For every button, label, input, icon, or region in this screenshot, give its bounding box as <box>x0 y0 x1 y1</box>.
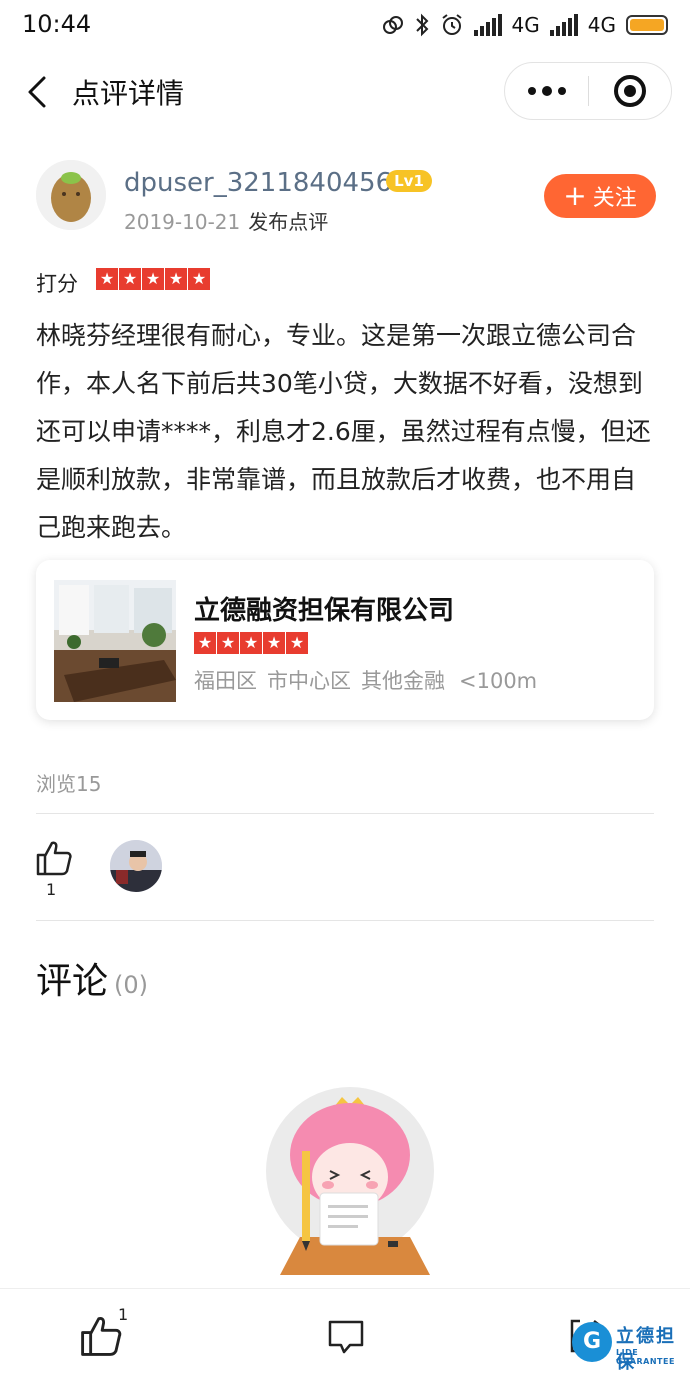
comments-section-title: 评论 (0) <box>36 952 148 1004</box>
shop-stars: ★ ★ ★ ★ ★ <box>194 632 308 654</box>
status-bar: 10:44 4G 4G <box>0 0 690 52</box>
signal-icon-2 <box>549 14 578 36</box>
star-icon: ★ <box>263 632 285 654</box>
rating-stars: ★ ★ ★ ★ ★ <box>96 268 210 290</box>
empty-comments-illustration <box>264 1085 436 1275</box>
post-action: 发布点评 <box>248 210 329 234</box>
lide-guarantee-watermark: G 立德担保 LIDE GUARANTEE <box>572 1318 688 1374</box>
star-icon: ★ <box>119 268 141 290</box>
comments-count: (0) <box>114 971 149 999</box>
watermark-en: LIDE GUARANTEE <box>616 1348 675 1366</box>
back-button[interactable] <box>18 70 58 114</box>
thumbs-up-icon <box>36 841 72 876</box>
star-icon: ★ <box>240 632 262 654</box>
star-icon: ★ <box>142 268 164 290</box>
shop-area: 市中心区 <box>267 669 351 693</box>
close-circle-icon <box>613 75 646 107</box>
user-avatar[interactable] <box>36 160 106 230</box>
username[interactable]: dpuser_3211840456 <box>124 168 392 198</box>
signal-icon <box>473 14 502 36</box>
star-icon: ★ <box>194 632 216 654</box>
comment-icon <box>328 1320 364 1354</box>
battery-icon <box>626 15 668 35</box>
bottom-comment-button[interactable] <box>326 1317 366 1357</box>
follow-button[interactable]: + 关注 <box>544 174 656 218</box>
shop-district: 福田区 <box>194 669 257 693</box>
mini-program-capsule <box>504 62 672 120</box>
divider <box>36 813 654 814</box>
nav-bar: 点评详情 <box>0 52 690 132</box>
star-icon: ★ <box>188 268 210 290</box>
shop-category: 其他金融 <box>361 669 445 693</box>
more-button[interactable] <box>505 62 588 120</box>
potato-avatar-icon <box>36 160 106 230</box>
network-label-2: 4G <box>587 13 616 37</box>
status-time: 10:44 <box>22 10 92 38</box>
star-icon: ★ <box>217 632 239 654</box>
page-title: 点评详情 <box>72 77 185 110</box>
level-badge: Lv1 <box>386 170 432 192</box>
follow-label: 关注 <box>592 186 637 211</box>
like-button[interactable] <box>34 838 74 878</box>
shop-name: 立德融资担保有限公司 <box>194 596 455 626</box>
star-icon: ★ <box>96 268 118 290</box>
comments-title: 评论 <box>36 961 109 1002</box>
review-text: 林晓芬经理很有耐心，专业。这是第一次跟立德公司合作，本人名下前后共30笔小贷，大… <box>36 321 651 542</box>
score-label: 打分 <box>36 272 78 296</box>
bluetooth-icon <box>415 13 428 37</box>
more-dot <box>541 86 552 96</box>
shop-card[interactable]: 立德融资担保有限公司 ★ ★ ★ ★ ★ 福田区 市中心区 其他金融 <100m <box>36 560 654 720</box>
shop-thumbnail <box>54 580 176 702</box>
like-count: 1 <box>46 880 57 899</box>
link-icon <box>382 16 403 34</box>
liker-avatar[interactable] <box>110 840 162 892</box>
bottom-like-count: 1 <box>118 1305 129 1324</box>
alarm-icon <box>441 14 462 35</box>
network-label-1: 4G <box>511 13 540 37</box>
shop-meta: 福田区 市中心区 其他金融 <100m <box>194 665 547 695</box>
post-date: 2019-10-21 <box>124 210 241 234</box>
status-icons: 4G 4G <box>382 10 668 40</box>
more-dots-icon <box>527 87 536 95</box>
back-arrow-icon <box>28 76 46 108</box>
plus-icon: + <box>563 179 587 212</box>
star-icon: ★ <box>165 268 187 290</box>
lide-logo-icon: G <box>572 1322 612 1362</box>
shop-distance: <100m <box>459 669 538 693</box>
post-meta: 2019-10-21 发布点评 <box>124 206 328 235</box>
more-dot <box>557 87 566 95</box>
close-button[interactable] <box>589 62 671 120</box>
star-icon: ★ <box>286 632 308 654</box>
view-count: 浏览15 <box>36 772 102 796</box>
divider <box>36 920 654 921</box>
